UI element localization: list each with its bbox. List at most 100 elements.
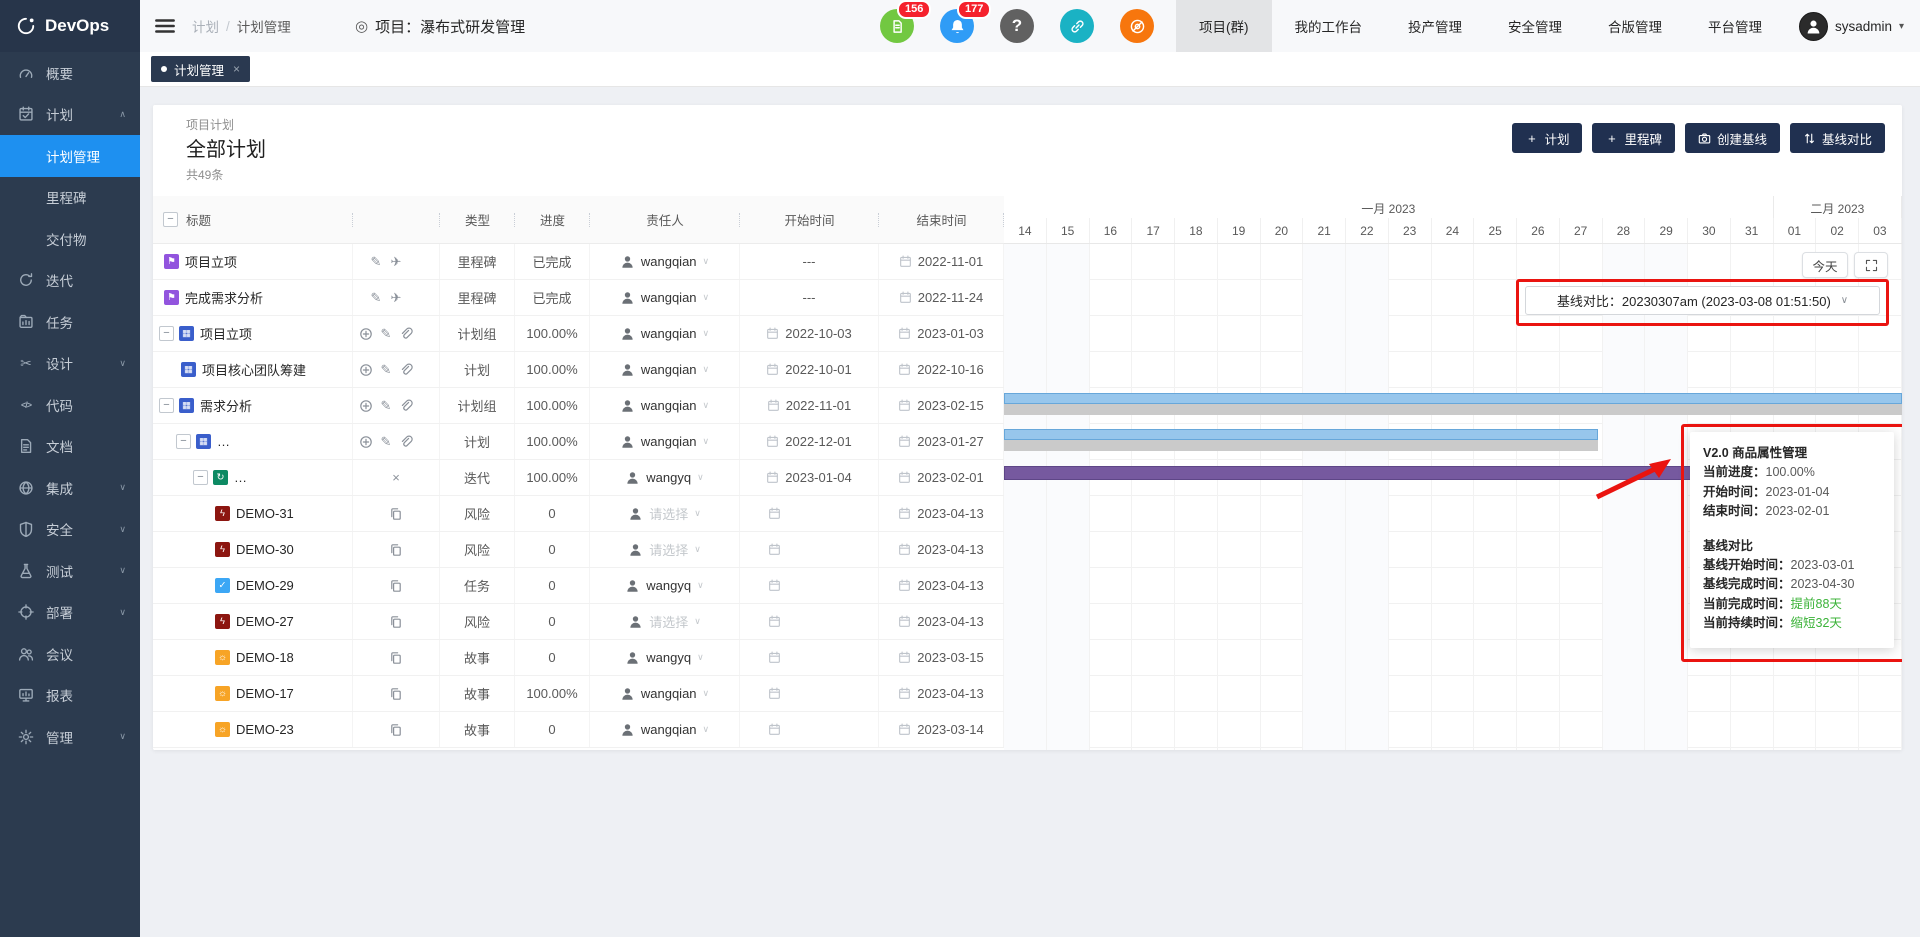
owner-select[interactable]: wangyq bbox=[646, 578, 691, 593]
owner-select[interactable]: wangyq bbox=[646, 470, 691, 485]
copy-icon[interactable] bbox=[389, 543, 403, 557]
row-title[interactable]: DEMO-31 bbox=[236, 506, 294, 521]
sidebar-item-design[interactable]: ✂设计∨ bbox=[0, 343, 140, 385]
sidebar-item-code[interactable]: </>代码 bbox=[0, 384, 140, 426]
gantt-bar-current[interactable] bbox=[1004, 429, 1598, 440]
row-title[interactable]: … bbox=[217, 434, 230, 449]
collapse-toggle[interactable]: − bbox=[193, 470, 208, 485]
collapse-toggle[interactable]: − bbox=[176, 434, 191, 449]
table-row[interactable]: ϟDEMO-27风险0请选择∨2023-04-13 bbox=[153, 604, 1004, 640]
attachment-icon[interactable] bbox=[399, 363, 413, 377]
gantt-bar-baseline[interactable] bbox=[1004, 404, 1902, 415]
collapse-toggle[interactable]: − bbox=[159, 326, 174, 341]
today-button[interactable]: 今天 bbox=[1802, 252, 1848, 278]
edit-icon[interactable]: ✎ bbox=[379, 327, 393, 341]
row-title[interactable]: 项目立项 bbox=[185, 252, 237, 271]
copy-icon[interactable] bbox=[389, 687, 403, 701]
row-title[interactable]: DEMO-30 bbox=[236, 542, 294, 557]
table-row[interactable]: ⚑完成需求分析✎✈里程碑已完成wangqian∨---2022-11-24 bbox=[153, 280, 1004, 316]
owner-select[interactable]: wangqian bbox=[641, 290, 697, 305]
copy-icon[interactable] bbox=[389, 651, 403, 665]
copy-icon[interactable] bbox=[389, 615, 403, 629]
nav-item-项目(群)[interactable]: 项目(群) bbox=[1176, 0, 1272, 52]
copy-icon[interactable] bbox=[389, 723, 403, 737]
attachment-icon[interactable] bbox=[399, 327, 413, 341]
delete-icon[interactable] bbox=[419, 435, 433, 449]
owner-select[interactable]: wangqian bbox=[641, 362, 697, 377]
sidebar-item-security[interactable]: 安全∨ bbox=[0, 509, 140, 551]
edit-icon[interactable]: ✎ bbox=[379, 435, 393, 449]
nav-item-投产管理[interactable]: 投产管理 bbox=[1385, 0, 1485, 52]
delete-icon[interactable] bbox=[419, 327, 433, 341]
row-title[interactable]: DEMO-18 bbox=[236, 650, 294, 665]
close-icon[interactable]: × bbox=[389, 471, 403, 485]
sidebar-item-doc[interactable]: 文档 bbox=[0, 426, 140, 468]
row-title[interactable]: … bbox=[234, 470, 247, 485]
copy-icon[interactable] bbox=[389, 507, 403, 521]
breadcrumb-plan[interactable]: 计划 bbox=[192, 16, 219, 36]
tab-plan-management[interactable]: 计划管理 × bbox=[151, 56, 250, 82]
table-row[interactable]: −▦需求分析✎计划组100.00%wangqian∨2022-11-012023… bbox=[153, 388, 1004, 424]
button-计划[interactable]: +计划 bbox=[1512, 123, 1582, 153]
send-icon[interactable]: ✈ bbox=[389, 255, 403, 269]
owner-select[interactable]: wangqian bbox=[641, 398, 697, 413]
owner-select[interactable]: wangqian bbox=[641, 254, 697, 269]
sidebar-item-milestone[interactable]: 里程碑 bbox=[0, 177, 140, 219]
sidebar-item-overview[interactable]: 概要 bbox=[0, 52, 140, 94]
row-title[interactable]: 项目核心团队筹建 bbox=[202, 360, 306, 379]
button-创建基线[interactable]: 创建基线 bbox=[1685, 123, 1780, 153]
delete-icon[interactable] bbox=[409, 291, 423, 305]
bug-slash-button[interactable] bbox=[1120, 9, 1154, 43]
edit-icon[interactable]: ✎ bbox=[369, 255, 383, 269]
nav-item-平台管理[interactable]: 平台管理 bbox=[1685, 0, 1785, 52]
attachment-icon[interactable] bbox=[399, 399, 413, 413]
add-child-icon[interactable] bbox=[359, 435, 373, 449]
row-title[interactable]: 完成需求分析 bbox=[185, 288, 263, 307]
button-基线对比[interactable]: 基线对比 bbox=[1790, 123, 1885, 153]
fullscreen-button[interactable] bbox=[1854, 252, 1888, 278]
table-row[interactable]: ϟDEMO-30风险0请选择∨2023-04-13 bbox=[153, 532, 1004, 568]
collapse-all-checkbox[interactable]: − bbox=[163, 212, 178, 227]
owner-select[interactable]: wangyq bbox=[646, 650, 691, 665]
sidebar-item-iteration[interactable]: 迭代 bbox=[0, 260, 140, 302]
owner-select[interactable]: 请选择 bbox=[649, 612, 688, 631]
owner-select[interactable]: 请选择 bbox=[649, 540, 688, 559]
bell-button[interactable]: 177 bbox=[940, 9, 974, 43]
nav-item-安全管理[interactable]: 安全管理 bbox=[1485, 0, 1585, 52]
sidebar-item-plan[interactable]: 计划∧ bbox=[0, 94, 140, 136]
delete-icon[interactable] bbox=[419, 363, 433, 377]
collapse-toggle[interactable]: − bbox=[159, 398, 174, 413]
add-child-icon[interactable] bbox=[359, 327, 373, 341]
table-row[interactable]: ☼DEMO-23故事0wangqian∨2023-03-14 bbox=[153, 712, 1004, 748]
user-menu[interactable]: sysadmin ▾ bbox=[1799, 0, 1904, 52]
tab-close-icon[interactable]: × bbox=[233, 62, 240, 76]
owner-select[interactable]: wangqian bbox=[641, 686, 697, 701]
nav-item-合版管理[interactable]: 合版管理 bbox=[1585, 0, 1685, 52]
row-title[interactable]: 项目立项 bbox=[200, 324, 252, 343]
row-title[interactable]: DEMO-23 bbox=[236, 722, 294, 737]
link-button[interactable] bbox=[1060, 9, 1094, 43]
table-row[interactable]: ✓DEMO-29任务0wangyq∨2023-04-13 bbox=[153, 568, 1004, 604]
nav-item-我的工作台[interactable]: 我的工作台 bbox=[1272, 0, 1386, 52]
sidebar-item-deploy[interactable]: 部署∨ bbox=[0, 592, 140, 634]
baseline-compare-select[interactable]: 基线对比：20230307am (2023-03-08 01:51:50) ∨ bbox=[1525, 286, 1880, 315]
add-child-icon[interactable] bbox=[359, 399, 373, 413]
owner-select[interactable]: wangqian bbox=[641, 434, 697, 449]
delete-icon[interactable] bbox=[419, 399, 433, 413]
row-title[interactable]: 需求分析 bbox=[200, 396, 252, 415]
gantt-bar-current[interactable] bbox=[1004, 393, 1902, 404]
question-button[interactable]: ? bbox=[1000, 9, 1034, 43]
sidebar-item-test[interactable]: 测试∨ bbox=[0, 550, 140, 592]
row-title[interactable]: DEMO-27 bbox=[236, 614, 294, 629]
table-row[interactable]: ⚑项目立项✎✈里程碑已完成wangqian∨---2022-11-01 bbox=[153, 244, 1004, 280]
owner-select[interactable]: wangqian bbox=[641, 722, 697, 737]
sidebar-item-meeting[interactable]: 会议 bbox=[0, 633, 140, 675]
attachment-icon[interactable] bbox=[399, 435, 413, 449]
table-row[interactable]: ϟDEMO-31风险0请选择∨2023-04-13 bbox=[153, 496, 1004, 532]
button-里程碑[interactable]: +里程碑 bbox=[1592, 123, 1675, 153]
sidebar-item-report[interactable]: 报表 bbox=[0, 675, 140, 717]
copy-icon[interactable] bbox=[389, 579, 403, 593]
row-title[interactable]: DEMO-17 bbox=[236, 686, 294, 701]
row-title[interactable]: DEMO-29 bbox=[236, 578, 294, 593]
sidebar-item-task[interactable]: 任务 bbox=[0, 301, 140, 343]
